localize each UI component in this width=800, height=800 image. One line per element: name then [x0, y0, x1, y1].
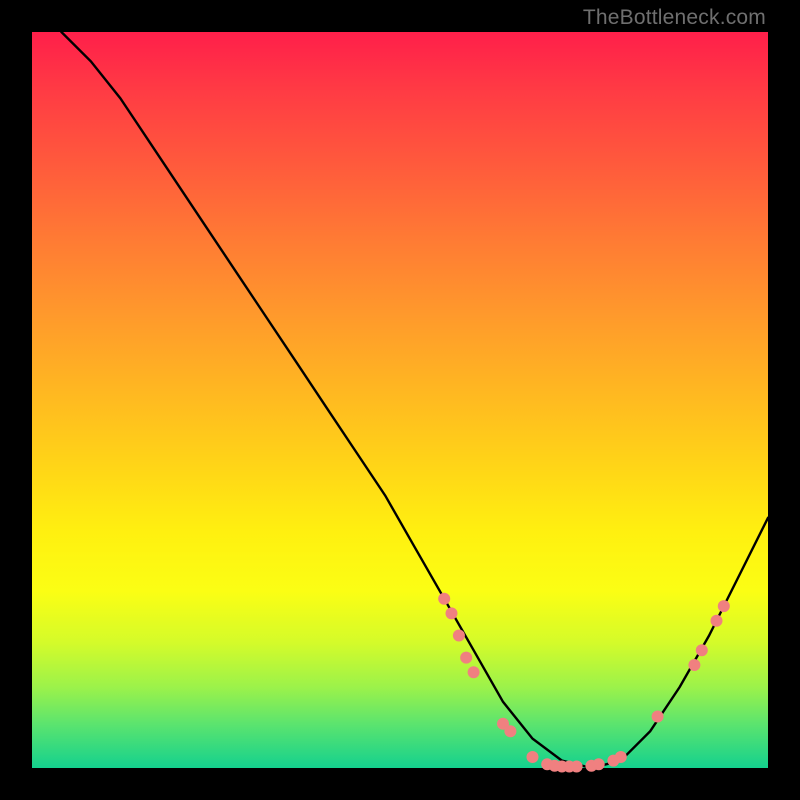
data-point: [504, 725, 516, 737]
data-point: [438, 593, 450, 605]
data-point: [446, 607, 458, 619]
bottleneck-curve: [61, 32, 768, 768]
data-point: [468, 666, 480, 678]
data-point: [460, 652, 472, 664]
data-point: [527, 751, 539, 763]
data-point: [696, 644, 708, 656]
data-point: [453, 630, 465, 642]
data-point: [571, 761, 583, 773]
data-point: [711, 615, 723, 627]
plot-area: [32, 32, 768, 768]
data-point: [593, 758, 605, 770]
data-point: [652, 711, 664, 723]
highlight-points: [438, 593, 730, 773]
watermark-text: TheBottleneck.com: [583, 6, 766, 30]
data-point: [615, 751, 627, 763]
chart-stage: TheBottleneck.com: [0, 0, 800, 800]
data-point: [688, 659, 700, 671]
curve-svg: [32, 32, 768, 768]
data-point: [718, 600, 730, 612]
